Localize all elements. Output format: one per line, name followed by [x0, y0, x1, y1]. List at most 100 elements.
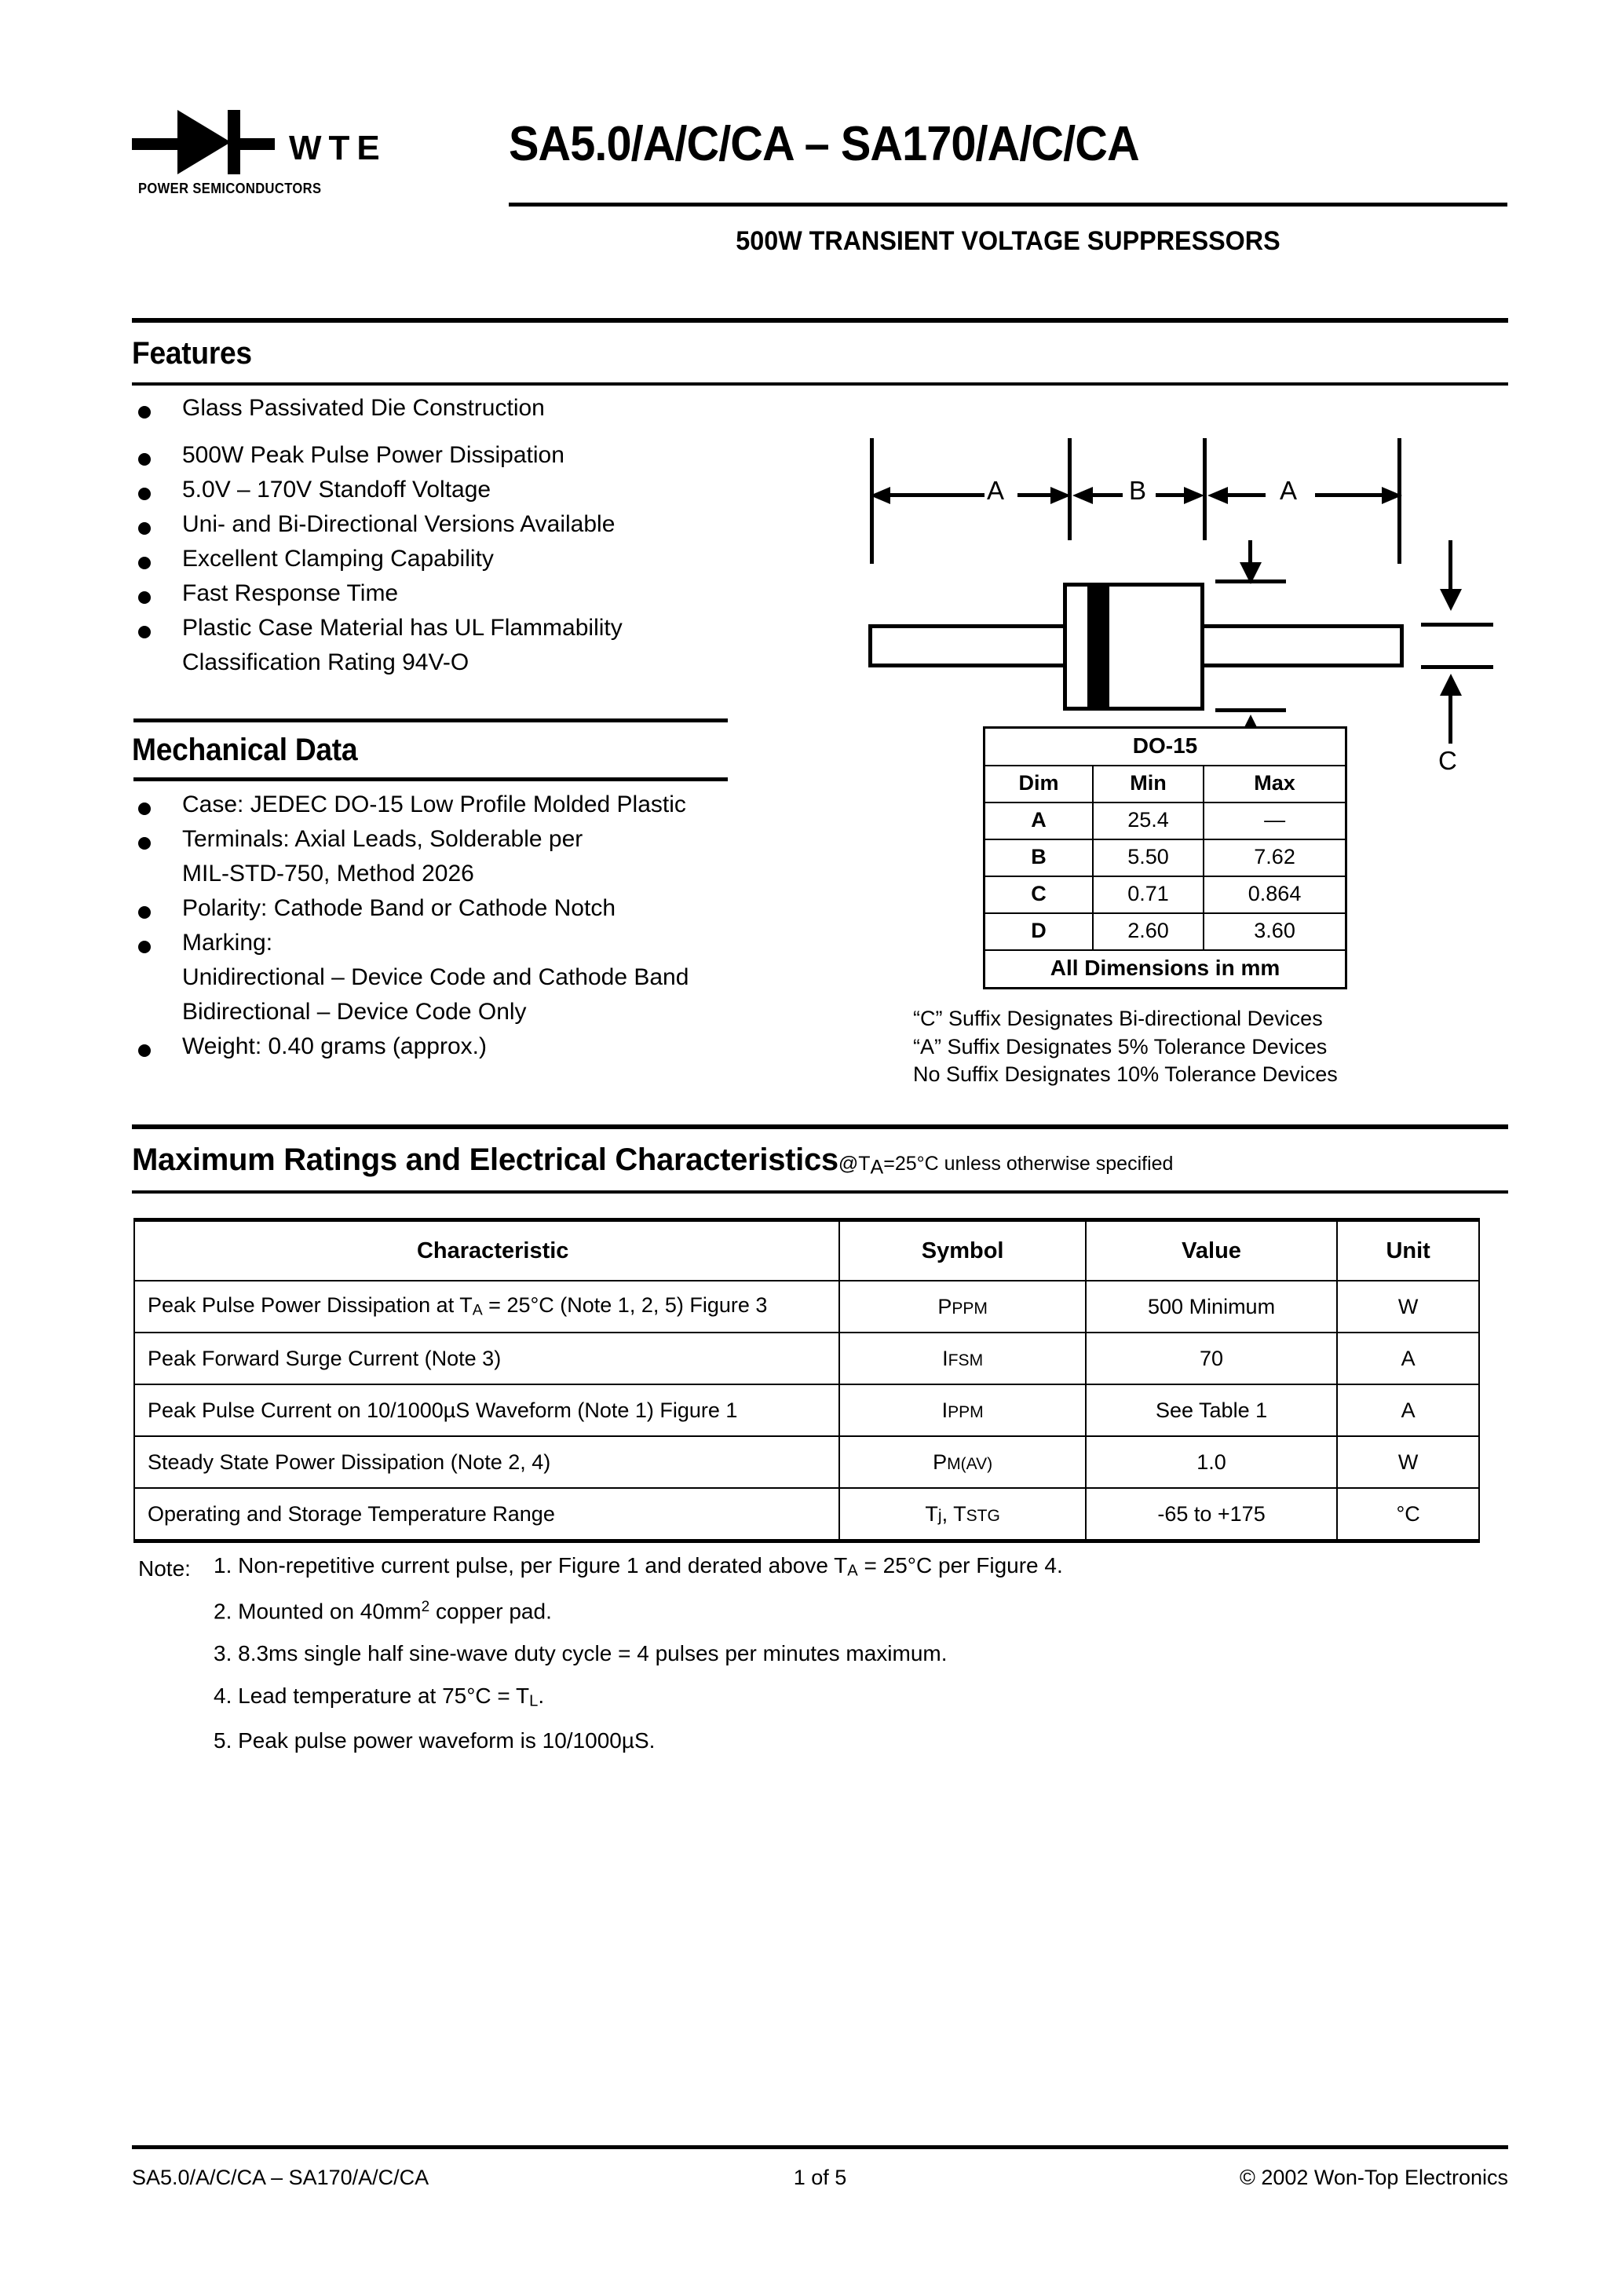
- bullet-dot-icon: [138, 557, 151, 569]
- dim-a-right-label: A: [1280, 476, 1298, 505]
- cell-max: 7.62: [1203, 839, 1347, 877]
- list-item: Marking:: [133, 931, 785, 955]
- mechanical-heading: Mechanical Data: [132, 733, 358, 767]
- list-item: Weight: 0.40 grams (approx.): [133, 1035, 785, 1058]
- features-bottom-rule: [132, 382, 1508, 386]
- cell-characteristic: Peak Forward Surge Current (Note 3): [133, 1332, 841, 1385]
- mechanical-bottom-rule: [133, 777, 728, 781]
- dim-a-right-arrow-start: [1207, 487, 1228, 504]
- suffix-note-a: “A” Suffix Designates 5% Tolerance Devic…: [913, 1034, 1328, 1058]
- page-header: WTE POWER SEMICONDUCTORS SA5.0/A/C/CA – …: [0, 0, 1622, 267]
- do15-col-dim: Dim: [983, 765, 1094, 803]
- cell-dim: A: [983, 802, 1094, 840]
- note-post: .: [538, 1684, 545, 1709]
- mech-text: Weight: 0.40 grams (approx.): [182, 1033, 487, 1059]
- logo-wordmark: WTE: [289, 129, 387, 167]
- cell-min: 5.50: [1091, 839, 1205, 877]
- cathode-band: [1087, 587, 1109, 707]
- footer-divider: [132, 2145, 1508, 2149]
- max-ratings-heading-row: Maximum Ratings and Electrical Character…: [132, 1143, 1173, 1179]
- feature-text: 500W Peak Pulse Power Dissipation: [182, 442, 564, 468]
- cell-max: 3.60: [1203, 912, 1347, 951]
- cell-value: 500 Minimum: [1084, 1280, 1339, 1333]
- mechanical-list: Case: JEDEC DO-15 Low Profile Molded Pla…: [133, 793, 785, 1058]
- mech-text: Terminals: Axial Leads, Solderable per: [182, 826, 583, 852]
- sym-sub: FSM: [948, 1351, 984, 1369]
- cell-value: -65 to +175: [1084, 1487, 1339, 1543]
- max-ratings-bottom-rule: [132, 1190, 1508, 1194]
- suffix-note-c: “C” Suffix Designates Bi-directional Dev…: [913, 1007, 1323, 1030]
- table-row: All Dimensions in mm: [983, 949, 1347, 989]
- note-1: 1. Non-repetitive current pulse, per Fig…: [138, 1555, 1063, 1579]
- dim-c-line-top: [1448, 540, 1452, 594]
- dim-b-arrow-end: [1184, 487, 1204, 504]
- sym-main: I: [942, 1346, 948, 1370]
- mech-text-continued: Unidirectional – Device Code and Cathode…: [182, 964, 689, 990]
- bullet-dot-icon: [138, 837, 151, 850]
- table-row: C 0.71 0.864: [983, 876, 1347, 914]
- mech-text: Marking:: [182, 930, 273, 956]
- list-item: 5.0V – 170V Standoff Voltage: [133, 478, 762, 502]
- max-ratings-top-rule: [132, 1124, 1508, 1129]
- table-row: DO-15: [983, 726, 1347, 766]
- dim-a-left-arrow-end: [1050, 487, 1071, 504]
- bullet-dot-icon: [138, 488, 151, 500]
- cell-value: See Table 1: [1084, 1384, 1339, 1437]
- title-divider: [509, 203, 1507, 207]
- cell-characteristic: Steady State Power Dissipation (Note 2, …: [133, 1435, 841, 1489]
- cell-min: 25.4: [1091, 802, 1205, 840]
- cell-value: 70: [1084, 1332, 1339, 1385]
- table-row: B 5.50 7.62: [983, 839, 1347, 877]
- dim-a-left-line: [876, 493, 985, 497]
- bullet-dot-icon: [138, 803, 151, 815]
- cell-unit: °C: [1336, 1487, 1480, 1543]
- dim-a-right-line1: [1226, 493, 1266, 497]
- bullet-dot-icon: [138, 522, 151, 535]
- lead-right: [1200, 624, 1404, 667]
- dim-b-arrow-start: [1072, 487, 1093, 504]
- list-item: Plastic Case Material has UL Flammabilit…: [133, 616, 762, 640]
- mech-text: Polarity: Cathode Band or Cathode Notch: [182, 895, 616, 921]
- bullet-dot-icon: [138, 453, 151, 466]
- note-sup: 2: [421, 1598, 430, 1615]
- dim-a-right-line2: [1315, 493, 1386, 497]
- table-header-row: Characteristic Symbol Value Unit: [133, 1218, 1480, 1281]
- do15-col-min: Min: [1091, 765, 1205, 803]
- feature-text-continued: Classification Rating 94V-O: [182, 649, 469, 675]
- cell-characteristic: Operating and Storage Temperature Range: [133, 1487, 841, 1543]
- sym-main: P: [937, 1294, 952, 1318]
- suffix-note-none: No Suffix Designates 10% Tolerance Devic…: [913, 1062, 1338, 1087]
- feature-text: Plastic Case Material has UL Flammabilit…: [182, 615, 623, 641]
- max-ratings-condition-suffix: =25°C unless otherwise specified: [883, 1153, 1174, 1175]
- note-post: copper pad.: [429, 1599, 552, 1624]
- cell-symbol: PPPM: [838, 1280, 1087, 1333]
- do15-title: DO-15: [983, 726, 1347, 766]
- cell-symbol: PM(AV): [838, 1435, 1087, 1489]
- cell-symbol: IFSM: [838, 1332, 1087, 1385]
- mech-text-continued: Bidirectional – Device Code Only: [182, 999, 527, 1025]
- notes-label: Note:: [138, 1556, 191, 1581]
- bullet-dot-icon: [138, 406, 151, 419]
- cell-unit: A: [1336, 1332, 1480, 1385]
- cell-unit: W: [1336, 1280, 1480, 1333]
- note-4: 4. Lead temperature at 75°C = TL.: [138, 1685, 1063, 1709]
- cell-symbol: IPPM: [838, 1384, 1087, 1437]
- page-title: SA5.0/A/C/CA – SA170/A/C/CA: [509, 117, 1140, 171]
- list-item: 500W Peak Pulse Power Dissipation: [133, 444, 762, 467]
- note-5: 5. Peak pulse power waveform is 10/1000µ…: [214, 1728, 656, 1753]
- dim-c-ext-top: [1421, 623, 1493, 627]
- footer-page-number: 1 of 5: [793, 2166, 847, 2189]
- note-text: 2. Mounted on 40mm: [214, 1599, 422, 1624]
- features-top-rule: [132, 318, 1508, 323]
- feature-text: 5.0V – 170V Standoff Voltage: [182, 477, 491, 503]
- cell-dim: D: [983, 912, 1094, 951]
- dim-b-label: B: [1129, 476, 1147, 505]
- features-heading: Features: [132, 336, 252, 371]
- bullet-dot-icon: [138, 906, 151, 919]
- cell-characteristic: Peak Pulse Power Dissipation at TA = 25°…: [133, 1280, 841, 1333]
- package-body: [1063, 583, 1204, 711]
- features-list: Glass Passivated Die Construction 500W P…: [133, 397, 762, 675]
- list-item: Polarity: Cathode Band or Cathode Notch: [133, 897, 785, 920]
- sym-main: T: [925, 1501, 938, 1526]
- page-footer: SA5.0/A/C/CA – SA170/A/C/CA 1 of 5 © 200…: [132, 2166, 1508, 2190]
